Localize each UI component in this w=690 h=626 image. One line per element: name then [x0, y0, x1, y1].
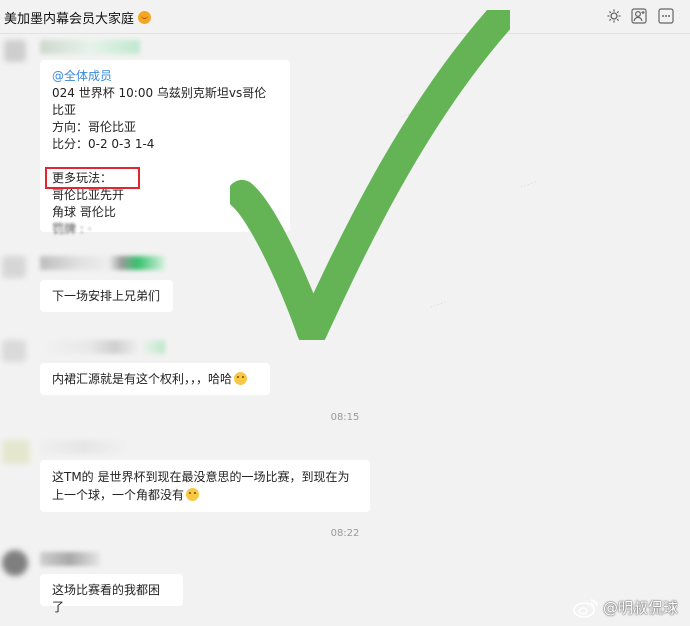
sender-name-redacted — [40, 256, 165, 270]
message-text: 这TM的 是世界杯到现在最没意思的一场比赛，到现在为上一个球，一个角都没有 — [52, 470, 350, 502]
sender-name-redacted — [40, 40, 140, 54]
message-bubble[interactable]: 下一场安排上兄弟们 — [40, 280, 173, 312]
message-text: 内裙汇源就是有这个权利，，，哈哈 — [52, 372, 233, 386]
more-icon[interactable] — [658, 8, 674, 24]
avatar[interactable] — [4, 40, 26, 62]
message-bubble[interactable]: 这场比赛看的我都困了 — [40, 574, 183, 614]
sender-name-redacted — [40, 440, 130, 454]
avatar[interactable] — [2, 440, 30, 464]
gear-icon[interactable] — [606, 8, 622, 24]
weibo-handle: @明叔侃球 — [602, 599, 678, 617]
message-bubble[interactable]: 内裙汇源就是有这个权利，，，哈哈 — [40, 363, 270, 395]
weibo-watermark: @明叔侃球 — [573, 597, 678, 618]
message-bubble[interactable]: 这TM的 是世界杯到现在最没意思的一场比赛，到现在为上一个球，一个角都没有 — [40, 460, 370, 512]
highlight-box — [45, 167, 140, 189]
timestamp: 08:15 — [330, 412, 360, 423]
weibo-icon — [573, 598, 598, 618]
message-text: 下一场安排上兄弟们 — [52, 289, 161, 303]
avatar[interactable] — [2, 550, 28, 576]
emoji-icon — [186, 488, 200, 501]
avatar[interactable] — [2, 256, 26, 278]
emoji-icon — [234, 372, 248, 385]
sender-name-redacted — [40, 552, 100, 566]
checkmark-overlay — [230, 10, 510, 340]
timestamp: 08:22 — [330, 528, 360, 539]
group-title[interactable]: 美加墨内幕会员大家庭 — [4, 8, 152, 27]
avatar[interactable] — [2, 340, 26, 362]
group-title-text: 美加墨内幕会员大家庭 — [4, 12, 135, 27]
message-text: 这场比赛看的我都困了 — [52, 583, 161, 614]
background-watermark: ····· — [518, 177, 539, 192]
add-user-icon[interactable] — [631, 8, 647, 24]
emoji-face-icon — [138, 11, 152, 24]
sender-name-redacted — [40, 340, 165, 354]
